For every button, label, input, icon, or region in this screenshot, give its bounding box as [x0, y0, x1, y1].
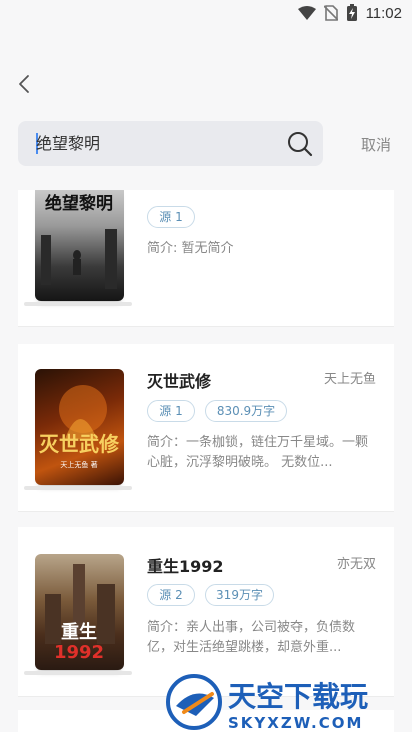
book-title: 重生1992 — [147, 557, 224, 576]
site-watermark-logo: 天空下载玩 SKYXZW.COM — [166, 674, 368, 732]
list-item[interactable]: 绝望黎明 源 1 简介: 暂无简介 — [18, 190, 394, 327]
cover-shadow — [24, 302, 132, 306]
svg-text:绝望黎明: 绝望黎明 — [45, 193, 113, 214]
search-icon[interactable] — [287, 131, 313, 157]
no-sim-icon — [323, 5, 338, 21]
status-bar: 11:02 — [0, 0, 412, 30]
source-tag: 源 2 — [147, 584, 195, 606]
book-description: 简介：一条枷锁，链住万千星域。一颗心脏，沉浮黎明破晓。 无数位... — [147, 435, 369, 470]
cancel-button[interactable]: 取消 — [361, 134, 391, 155]
svg-text:1992: 1992 — [54, 642, 104, 663]
svg-text:重生: 重生 — [61, 621, 97, 643]
book-cover: 绝望黎明 — [35, 190, 124, 301]
cover-shadow — [24, 671, 132, 675]
status-time: 11:02 — [365, 4, 402, 22]
battery-charging-icon — [346, 4, 357, 21]
search-input[interactable] — [36, 121, 276, 166]
book-author: 天上无鱼 — [323, 372, 376, 387]
word-count-tag: 319万字 — [205, 584, 274, 606]
search-bar — [18, 121, 323, 166]
svg-text:灭世武修: 灭世武修 — [39, 432, 120, 456]
cover-shadow — [24, 486, 132, 490]
source-tag: 源 1 — [147, 206, 195, 228]
source-tag: 源 1 — [147, 400, 195, 422]
book-description: 简介：亲人出事，公司被夺，负债数亿，对生活绝望跳楼，却意外重... — [147, 620, 356, 655]
watermark-url: SKYXZW.COM — [228, 714, 363, 732]
watermark-brand: 天空下载玩 — [228, 680, 368, 713]
wifi-icon — [297, 6, 316, 20]
book-description: 简介: 暂无简介 — [147, 241, 234, 256]
book-cover: 灭世武修 天上无鱼 著 — [35, 369, 124, 485]
list-item[interactable]: 灭世武修 天上无鱼 著 灭世武修 天上无鱼 源 1 830.9万字 简介：一条枷… — [18, 344, 394, 512]
book-author: 亦无双 — [336, 557, 376, 572]
book-title: 灭世武修 — [147, 372, 212, 391]
back-arrow-icon[interactable] — [14, 70, 38, 98]
svg-text:天上无鱼 著: 天上无鱼 著 — [60, 460, 97, 469]
word-count-tag: 830.9万字 — [205, 400, 287, 422]
result-list: 绝望黎明 源 1 简介: 暂无简介 灭世武修 天上无鱼 著 灭世武修 天上无鱼 … — [0, 190, 412, 732]
book-cover: 重生 1992 — [35, 554, 124, 670]
